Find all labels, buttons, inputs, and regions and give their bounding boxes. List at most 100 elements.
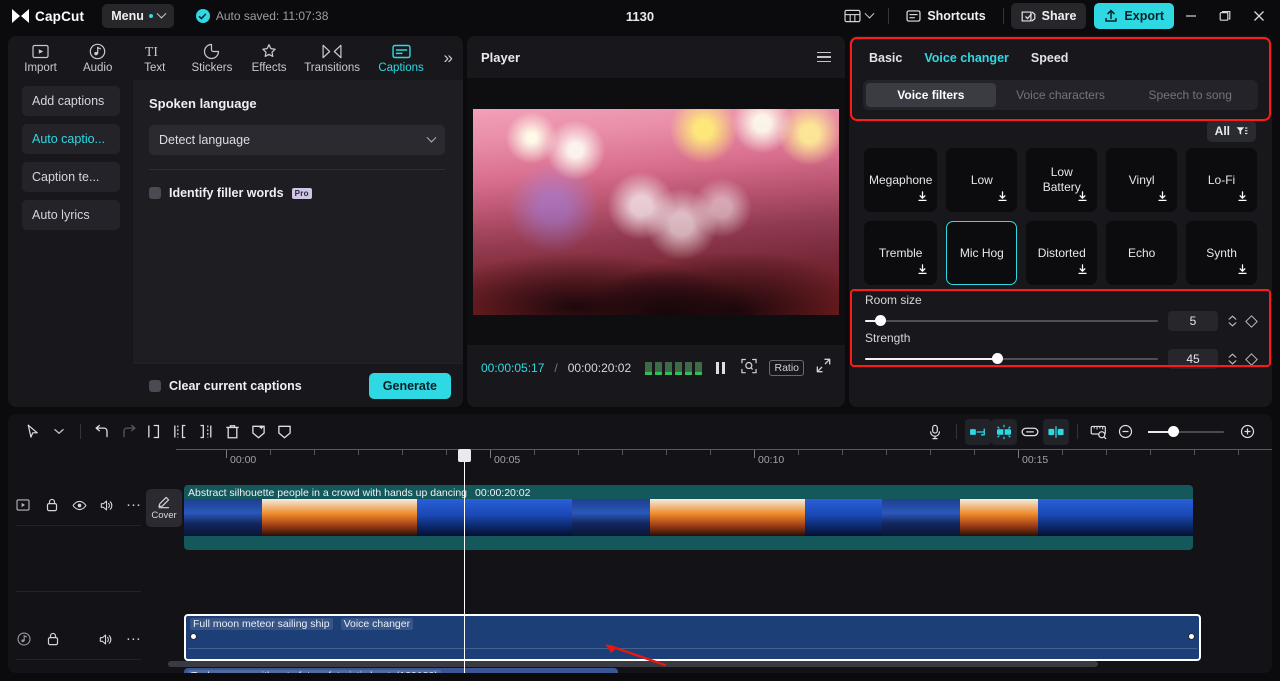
strength-slider-knob[interactable]	[991, 353, 1003, 364]
freeze-button[interactable]	[245, 419, 271, 445]
subnav-item-add-captions[interactable]: Add captions	[22, 86, 120, 116]
tab-captions[interactable]: Captions	[367, 36, 436, 80]
auto-reframe-button[interactable]	[991, 418, 1017, 445]
timeline-horizontal-scrollbar[interactable]	[168, 661, 1098, 667]
minimize-button[interactable]	[1174, 0, 1208, 32]
playhead[interactable]	[458, 449, 471, 673]
spoken-language-select[interactable]: Detect language	[149, 125, 445, 155]
split-button[interactable]	[141, 419, 167, 445]
voice-filter-mic-hog[interactable]: Mic Hog	[946, 221, 1018, 285]
room-size-slider-knob[interactable]	[874, 315, 886, 326]
subnav-item-caption-templates[interactable]: Caption te...	[22, 162, 120, 192]
clip-handle-left[interactable]	[190, 633, 197, 640]
video-preview[interactable]	[473, 108, 839, 315]
voice-audio-clip[interactable]: Full moon meteor sailing ship Voice chan…	[184, 614, 1201, 661]
redo-button[interactable]	[115, 419, 141, 445]
playhead-grip[interactable]	[458, 449, 471, 462]
zoom-fit-button[interactable]	[741, 358, 758, 379]
record-button[interactable]	[922, 419, 948, 445]
strength-slider[interactable]	[865, 353, 1158, 364]
fullscreen-button[interactable]	[816, 358, 831, 378]
voice-filter-megaphone[interactable]: Megaphone	[864, 148, 938, 212]
tab-speed[interactable]: Speed	[1031, 51, 1069, 65]
time-separator: /	[554, 361, 558, 375]
delete-button[interactable]	[219, 419, 245, 445]
timeline-ruler[interactable]: 00:00 00:05 00:10 00:15 00:20	[176, 449, 1272, 471]
more-tabs-button[interactable]: »	[438, 48, 459, 68]
select-tool-dropdown[interactable]	[46, 419, 72, 445]
tab-text[interactable]: TI Text	[126, 36, 183, 80]
trim-left-button[interactable]	[167, 419, 193, 445]
tab-effects[interactable]: Effects	[241, 36, 298, 80]
clip-handle-right[interactable]	[1188, 633, 1195, 640]
tab-basic[interactable]: Basic	[869, 51, 902, 65]
voice-filter-vinyl[interactable]: Vinyl	[1106, 148, 1178, 212]
player-menu-icon[interactable]	[817, 51, 831, 63]
all-filter-button[interactable]: All	[1206, 120, 1256, 142]
ratio-button[interactable]: Ratio	[769, 360, 804, 376]
strength-stepper[interactable]	[1228, 353, 1237, 365]
segment-speech-to-song[interactable]: Speech to song	[1125, 83, 1255, 107]
zoom-out-button[interactable]	[1112, 419, 1138, 445]
pause-button[interactable]	[716, 362, 726, 374]
voice-filter-echo[interactable]: Echo	[1106, 221, 1178, 285]
room-size-value[interactable]: 5	[1168, 311, 1218, 331]
voice-filter-low-battery[interactable]: Low Battery	[1026, 148, 1098, 212]
strength-keyframe-button[interactable]	[1245, 352, 1258, 366]
eye-icon[interactable]	[72, 493, 87, 517]
subnav-item-auto-lyrics[interactable]: Auto lyrics	[22, 200, 120, 230]
subnav-item-auto-captions[interactable]: Auto captio...	[22, 124, 120, 154]
tab-import[interactable]: Import	[12, 36, 69, 80]
zoom-in-button[interactable]	[1234, 419, 1260, 445]
voice-filter-distorted[interactable]: Distorted	[1026, 221, 1098, 285]
room-size-slider[interactable]	[865, 315, 1158, 326]
room-size-stepper[interactable]	[1228, 315, 1237, 327]
room-size-keyframe-button[interactable]	[1245, 314, 1258, 328]
ruler-label: 00:15	[1022, 454, 1049, 466]
link-button[interactable]	[1017, 419, 1043, 445]
voice-filter-tremble[interactable]: Tremble	[864, 221, 938, 285]
video-clip[interactable]: Abstract silhouette people in a crowd wi…	[184, 485, 1193, 550]
align-button[interactable]	[1043, 418, 1069, 445]
share-button[interactable]: Share	[1010, 3, 1087, 29]
tab-voice-changer[interactable]: Voice changer	[924, 51, 1009, 65]
lock-icon[interactable]	[45, 493, 60, 517]
strength-value[interactable]: 45	[1168, 349, 1218, 369]
clear-current-captions-checkbox[interactable]	[149, 379, 161, 392]
menu-button[interactable]: Menu	[102, 4, 174, 28]
more-icon[interactable]: ···	[126, 493, 141, 517]
close-button[interactable]	[1242, 0, 1276, 32]
identify-filler-words-checkbox[interactable]	[149, 187, 161, 199]
mirror-button[interactable]	[271, 419, 297, 445]
select-tool-button[interactable]	[20, 419, 46, 445]
tab-audio[interactable]: Audio	[69, 36, 126, 80]
tab-stickers[interactable]: Stickers	[183, 36, 240, 80]
trim-right-button[interactable]	[193, 419, 219, 445]
segment-voice-filters[interactable]: Voice filters	[866, 83, 996, 107]
tab-label: Import	[24, 62, 57, 74]
ruler-label: 00:05	[494, 454, 521, 466]
identify-filler-words-row[interactable]: Identify filler words Pro	[149, 186, 445, 200]
video-track-header: ···	[8, 493, 141, 517]
speaker-icon[interactable]	[99, 627, 114, 651]
cover-button[interactable]: Cover	[146, 489, 182, 527]
shortcuts-button[interactable]: Shortcuts	[896, 3, 995, 29]
preview-ruler-button[interactable]	[1086, 419, 1112, 445]
zoom-slider-knob[interactable]	[1168, 425, 1179, 437]
voice-filter-low[interactable]: Low	[946, 148, 1018, 212]
segment-voice-characters[interactable]: Voice characters	[996, 83, 1126, 107]
more-icon[interactable]: ···	[126, 627, 141, 651]
undo-button[interactable]	[89, 419, 115, 445]
tab-transitions[interactable]: Transitions	[298, 36, 367, 80]
layout-button[interactable]	[836, 5, 881, 27]
generate-button[interactable]: Generate	[368, 372, 451, 399]
zoom-slider[interactable]	[1148, 425, 1224, 437]
speaker-icon[interactable]	[99, 493, 114, 517]
lock-icon[interactable]	[45, 627, 60, 651]
maximize-button[interactable]	[1208, 0, 1242, 32]
music-clip[interactable]: Techno-pops with cute future futuristic …	[184, 668, 618, 673]
auto-cut-button[interactable]	[965, 418, 991, 445]
voice-filter-synth[interactable]: Synth	[1186, 221, 1257, 285]
voice-filter-lo-fi[interactable]: Lo-Fi	[1186, 148, 1257, 212]
export-button[interactable]: Export	[1094, 3, 1174, 29]
